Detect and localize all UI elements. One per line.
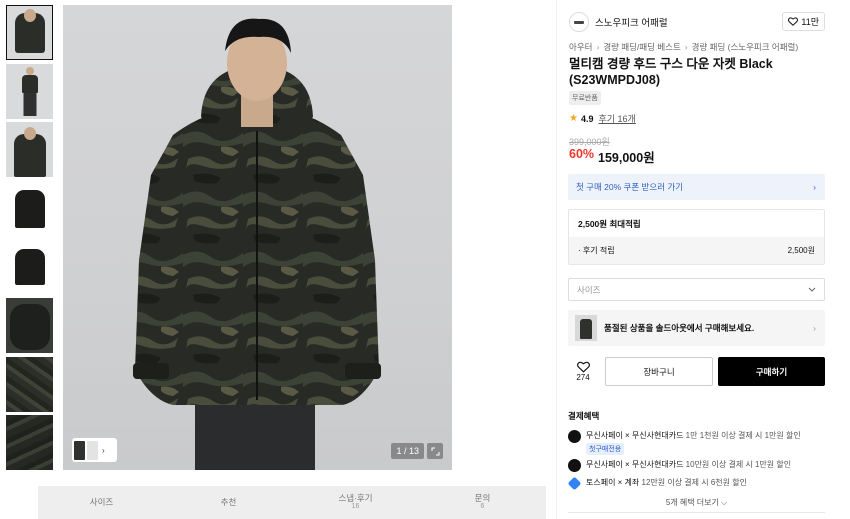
- tab-inquiry[interactable]: 문의 6: [419, 486, 546, 519]
- image-counter: 1 / 13: [391, 443, 424, 459]
- heart-icon: [788, 17, 799, 26]
- breadcrumb: 아우터 › 경량 패딩/패딩 베스트 › 경량 패딩 (스노우피크 어패럴): [569, 41, 798, 53]
- thumbnail-4[interactable]: [6, 180, 53, 236]
- benefit-item: 무신사페이 × 무신사현대카드 1만 1천원 이상 결제 시 1만원 할인 첫구…: [568, 430, 801, 455]
- brand-name[interactable]: 스노우피크 어패럴: [595, 15, 668, 29]
- tab-label: 문의: [474, 493, 491, 504]
- brand-like-count: 11만: [801, 17, 819, 27]
- thumbnail-5[interactable]: [6, 239, 53, 295]
- rating-row: ★ 4.9 후기 16개: [569, 112, 636, 125]
- benefit-name: 무신사페이 × 무신사현대카드: [586, 460, 684, 469]
- thumbnail-2[interactable]: [6, 63, 53, 119]
- detail-tabs: 사이즈 추천 스냅·후기 16 문의 6: [38, 486, 546, 519]
- thumbnail-7[interactable]: [6, 356, 53, 412]
- tab-count: 16: [351, 503, 360, 511]
- free-return-tag: 무료반품: [569, 91, 601, 105]
- points-review-value: 2,500원: [787, 246, 815, 255]
- benefit-name: 무신사페이 × 무신사현대카드: [586, 431, 684, 440]
- buy-now-button[interactable]: 구매하기: [718, 357, 825, 386]
- payment-benefits-title: 결제혜택: [568, 411, 600, 421]
- breadcrumb-item[interactable]: 경량 패딩 (스노우피크 어패럴): [692, 42, 799, 52]
- tab-label: 사이즈: [89, 497, 114, 508]
- soldout-banner[interactable]: 품절된 상품을 솔드아웃에서 구매해보세요. ›: [568, 310, 825, 346]
- purchase-actions: 274 장바구니 구매하기: [568, 357, 825, 386]
- benefit-name: 토스페이 × 계좌: [586, 478, 640, 487]
- soldout-product-thumb: [575, 315, 597, 341]
- points-review-label: · 후기 적립: [578, 246, 615, 255]
- product-like-count: 274: [576, 373, 590, 382]
- star-icon: ★: [569, 113, 578, 124]
- product-like-button[interactable]: 274: [568, 361, 598, 382]
- benefit-desc: 12만원 이상 결제 시 6천원 할인: [641, 478, 747, 487]
- product-title: 멀티캠 경량 후드 구스 다운 자켓 Black (S23WMPDJ08): [569, 57, 773, 87]
- size-select[interactable]: 사이즈: [568, 278, 825, 301]
- sale-price: 159,000원: [598, 151, 655, 165]
- tab-label: 스냅·후기: [338, 493, 373, 504]
- thumbnail-1[interactable]: [6, 5, 53, 60]
- product-info-panel: 스노우피크 어패럴 11만 아우터 › 경량 패딩/패딩 베스트 › 경량 패딩 (스노…: [556, 0, 850, 519]
- mini-thumb-1[interactable]: [74, 440, 85, 460]
- points-box: 2,500원 최대적립 · 후기 적립 2,500원: [568, 209, 825, 265]
- price-row: 60% 159,000원: [569, 147, 655, 166]
- model-jacket-illustration: [133, 18, 381, 470]
- tab-size[interactable]: 사이즈: [38, 486, 165, 519]
- breadcrumb-item[interactable]: 경량 패딩/패딩 베스트: [603, 42, 680, 52]
- rating-score: 4.9: [580, 113, 594, 124]
- chevron-right-icon: ›: [813, 182, 816, 192]
- tab-snap-review[interactable]: 스냅·후기 16: [292, 486, 419, 519]
- musinsa-pay-icon: [568, 459, 581, 472]
- add-to-cart-button[interactable]: 장바구니: [605, 357, 713, 386]
- chevron-right-icon: ›: [813, 323, 816, 333]
- divider: [568, 512, 825, 519]
- soldout-label: 품절된 상품을 솔드아웃에서 구매해보세요.: [604, 323, 755, 333]
- tab-label: 추천: [220, 497, 237, 508]
- mini-thumb-2[interactable]: [87, 440, 98, 460]
- chevron-down-icon: [808, 287, 816, 292]
- thumbnail-3[interactable]: [6, 122, 53, 178]
- tab-recommend[interactable]: 추천: [165, 486, 292, 519]
- coupon-label: 첫 구매 20% 쿠폰 받으러 가기: [576, 182, 684, 192]
- chevron-right-icon: ›: [596, 42, 600, 52]
- breadcrumb-item[interactable]: 아우터: [569, 42, 592, 52]
- thumbnail-6[interactable]: [6, 297, 53, 353]
- thumbnail-8[interactable]: [6, 415, 53, 471]
- review-count-link[interactable]: 후기 16개: [598, 112, 635, 125]
- toss-pay-icon: [567, 476, 582, 491]
- benefit-desc: 10만원 이상 결제 시 1만원 할인: [685, 460, 792, 469]
- tab-count: 6: [480, 503, 485, 511]
- points-review-row: · 후기 적립 2,500원: [569, 237, 824, 264]
- expand-icon[interactable]: [427, 443, 443, 459]
- gallery-mini-strip[interactable]: ›: [72, 438, 117, 462]
- musinsa-pay-icon: [568, 430, 581, 443]
- benefit-item: 토스페이 × 계좌 12만원 이상 결제 시 6천원 할인: [567, 476, 747, 491]
- benefit-item: 무신사페이 × 무신사현대카드 10만원 이상 결제 시 1만원 할인: [568, 459, 791, 472]
- heart-icon: [576, 361, 590, 373]
- discount-rate: 60%: [569, 147, 595, 161]
- brand-like-button[interactable]: 11만: [782, 12, 825, 31]
- chevron-right-icon: ›: [684, 42, 688, 52]
- thumbnail-list: [6, 5, 53, 474]
- size-select-placeholder: 사이즈: [577, 284, 601, 295]
- chevron-right-icon[interactable]: ›: [102, 446, 105, 455]
- brand-row: 스노우피크 어패럴 11만: [569, 11, 825, 33]
- points-max: 2,500원 최대적립: [578, 218, 641, 229]
- product-main-image[interactable]: › 1 / 13: [63, 5, 452, 470]
- coupon-banner[interactable]: 첫 구매 20% 쿠폰 받으러 가기 ›: [568, 174, 825, 200]
- brand-logo[interactable]: [569, 12, 589, 32]
- benefit-desc: 1만 1천원 이상 결제 시 1만원 할인: [685, 431, 801, 440]
- more-benefits-button[interactable]: 5개 혜택 더보기 ⌵: [568, 497, 825, 508]
- first-purchase-badge: 첫구매전용: [586, 443, 625, 455]
